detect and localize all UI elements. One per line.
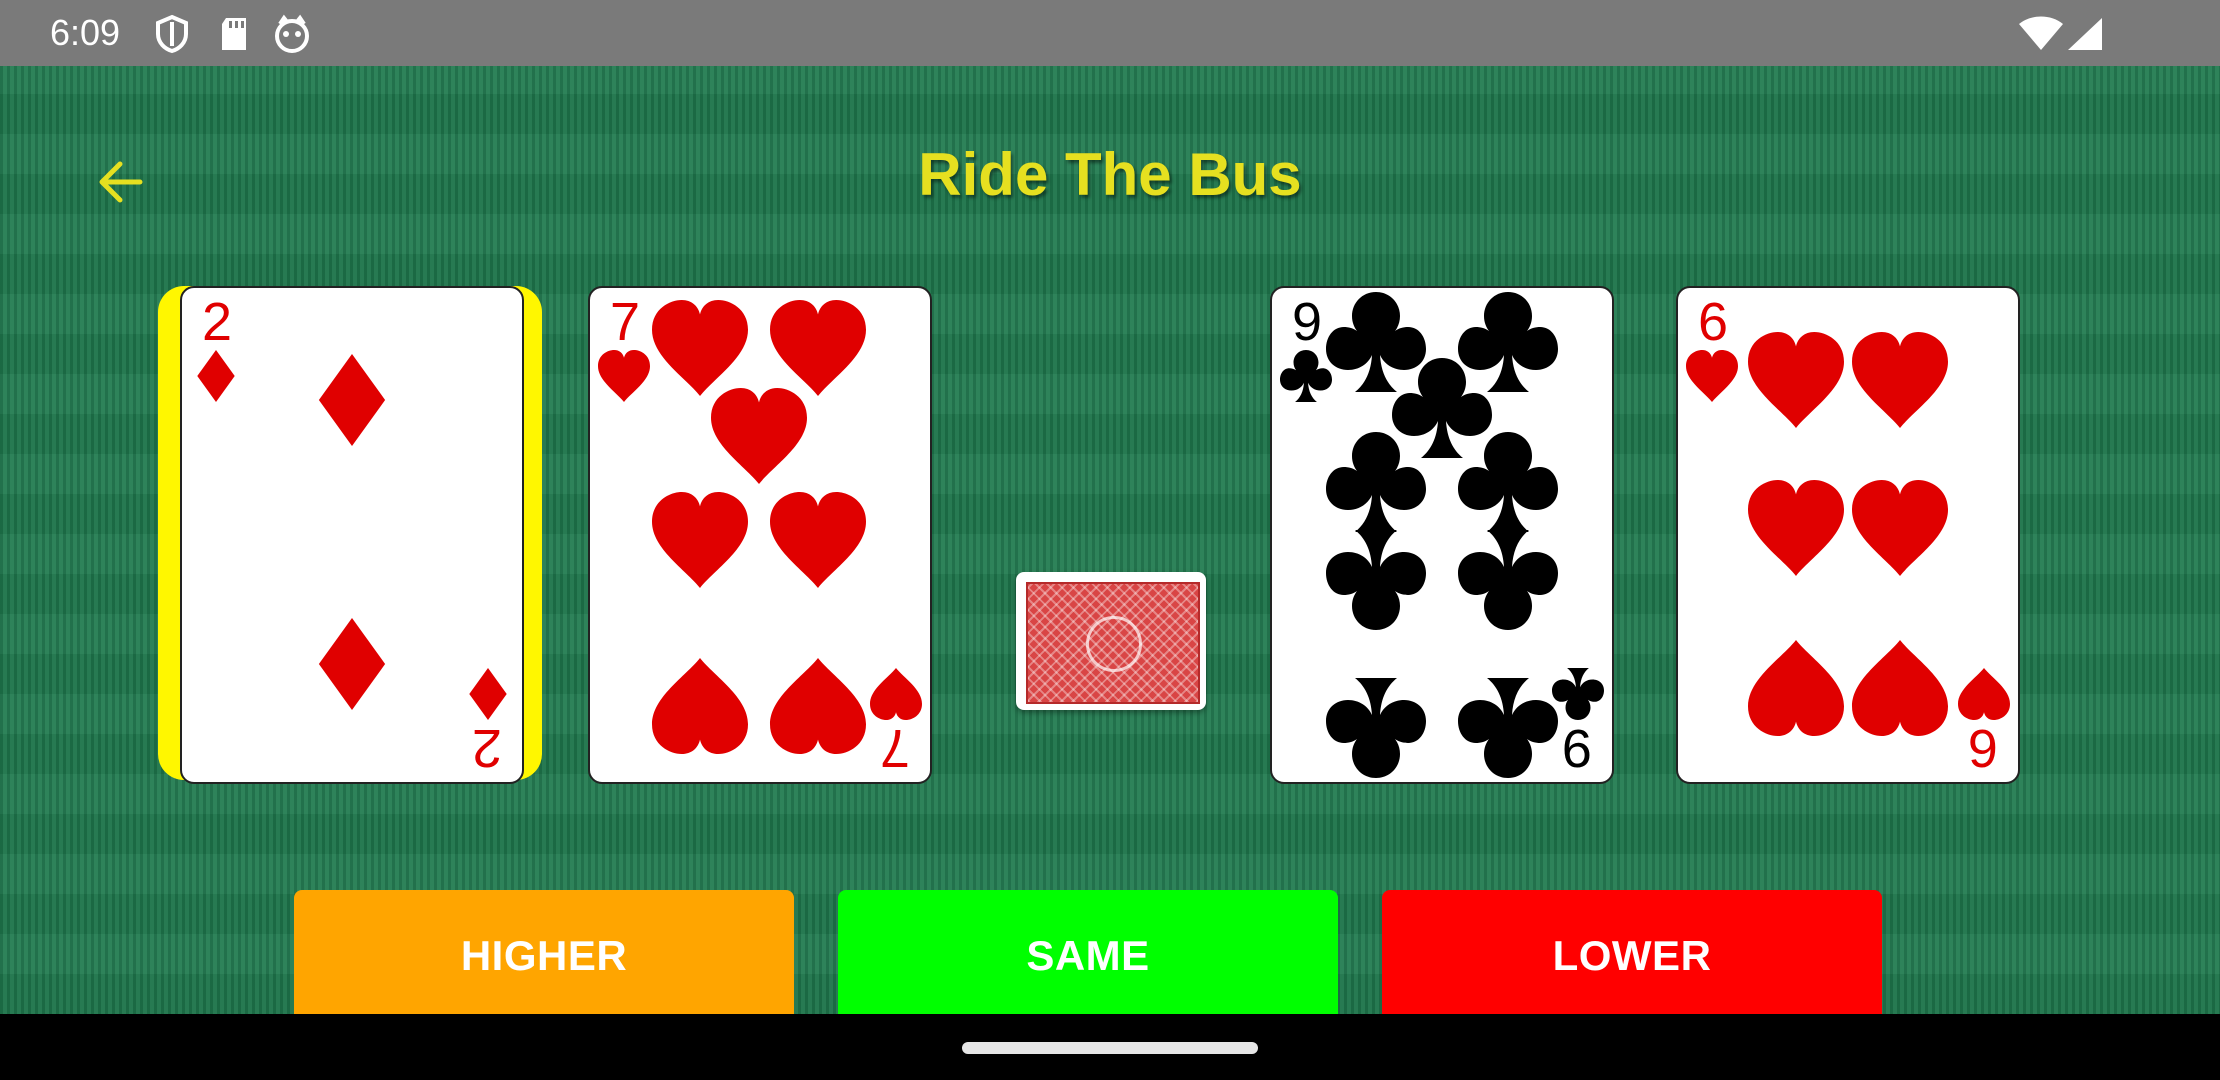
clubs-pip-icon — [1458, 530, 1558, 630]
card-rank-top: 9 — [1292, 292, 1322, 352]
hearts-pip-icon — [652, 300, 748, 396]
hearts-pip-icon — [1748, 332, 1844, 428]
card-face: 99 — [1280, 292, 1604, 778]
diamonds-corner-icon — [197, 350, 235, 402]
wifi-icon — [2019, 16, 2063, 50]
navigation-bar — [0, 1014, 2220, 1080]
card-rank-top: 7 — [610, 292, 640, 352]
clubs-pip-icon — [1458, 432, 1558, 532]
clubs-corner-icon — [1552, 668, 1604, 720]
card-back-pattern — [1026, 582, 1200, 704]
card-face: 77 — [598, 292, 922, 778]
clubs-pip-icon — [1458, 292, 1558, 392]
hearts-corner-icon — [870, 668, 922, 720]
clubs-corner-icon — [1280, 350, 1332, 402]
sd-card-icon — [222, 18, 246, 50]
hearts-pip-icon — [770, 492, 866, 588]
hearts-pip-icon — [770, 658, 866, 754]
higher-button[interactable]: HIGHER — [294, 890, 794, 1022]
hearts-pip-icon — [1852, 640, 1948, 736]
clubs-pip-icon — [1392, 358, 1492, 458]
clubs-pip-icon — [1326, 432, 1426, 532]
hearts-pip-icon — [1852, 480, 1948, 576]
card-rank-bottom: 7 — [880, 718, 910, 778]
hearts-pip-icon — [1748, 480, 1844, 576]
hearts-pip-icon — [652, 658, 748, 754]
hearts-corner-icon — [1686, 350, 1738, 402]
lower-button[interactable]: LOWER — [1382, 890, 1882, 1022]
card-rank-top: 6 — [1698, 292, 1728, 352]
hearts-corner-icon — [598, 350, 650, 402]
card-rank-bottom: 9 — [1562, 718, 1592, 778]
page-title: Ride The Bus — [918, 141, 1302, 208]
hearts-pip-icon — [1852, 332, 1948, 428]
hearts-pip-icon — [1748, 640, 1844, 736]
card-face: 22 — [197, 292, 507, 778]
card-deck[interactable] — [1016, 572, 1206, 710]
status-time: 6:09 — [50, 12, 121, 53]
face-icon — [275, 14, 309, 53]
card-rank-bottom: 6 — [1968, 718, 1998, 778]
hearts-corner-icon — [1958, 668, 2010, 720]
diamonds-pip-icon — [318, 354, 386, 446]
card-rank-bottom: 2 — [472, 718, 502, 778]
home-handle[interactable] — [962, 1042, 1258, 1054]
clubs-pip-icon — [1326, 530, 1426, 630]
playing-card-9-clubs[interactable]: 99 — [1270, 286, 1614, 784]
status-bar: 6:09 — [0, 0, 2220, 66]
hearts-pip-icon — [711, 388, 807, 484]
hearts-pip-icon — [770, 300, 866, 396]
clubs-pip-icon — [1458, 678, 1558, 778]
playing-card-2-diamonds[interactable]: 22 — [180, 286, 524, 784]
diamonds-pip-icon — [318, 618, 386, 710]
hearts-pip-icon — [652, 492, 748, 588]
clubs-pip-icon — [1326, 292, 1426, 392]
same-button[interactable]: SAME — [838, 890, 1338, 1022]
shield-icon — [156, 14, 188, 54]
playing-card-6-hearts[interactable]: 66 — [1676, 286, 2020, 784]
playing-card-7-hearts[interactable]: 77 — [588, 286, 932, 784]
game-table: Ride The Bus 22 77 99 66 HIGHER SAME LOW… — [0, 66, 2220, 1022]
diamonds-corner-icon — [469, 668, 507, 720]
clubs-pip-icon — [1326, 678, 1426, 778]
card-face: 66 — [1686, 292, 2010, 778]
card-rank-top: 2 — [202, 292, 232, 352]
cell-signal-icon — [2068, 18, 2102, 50]
